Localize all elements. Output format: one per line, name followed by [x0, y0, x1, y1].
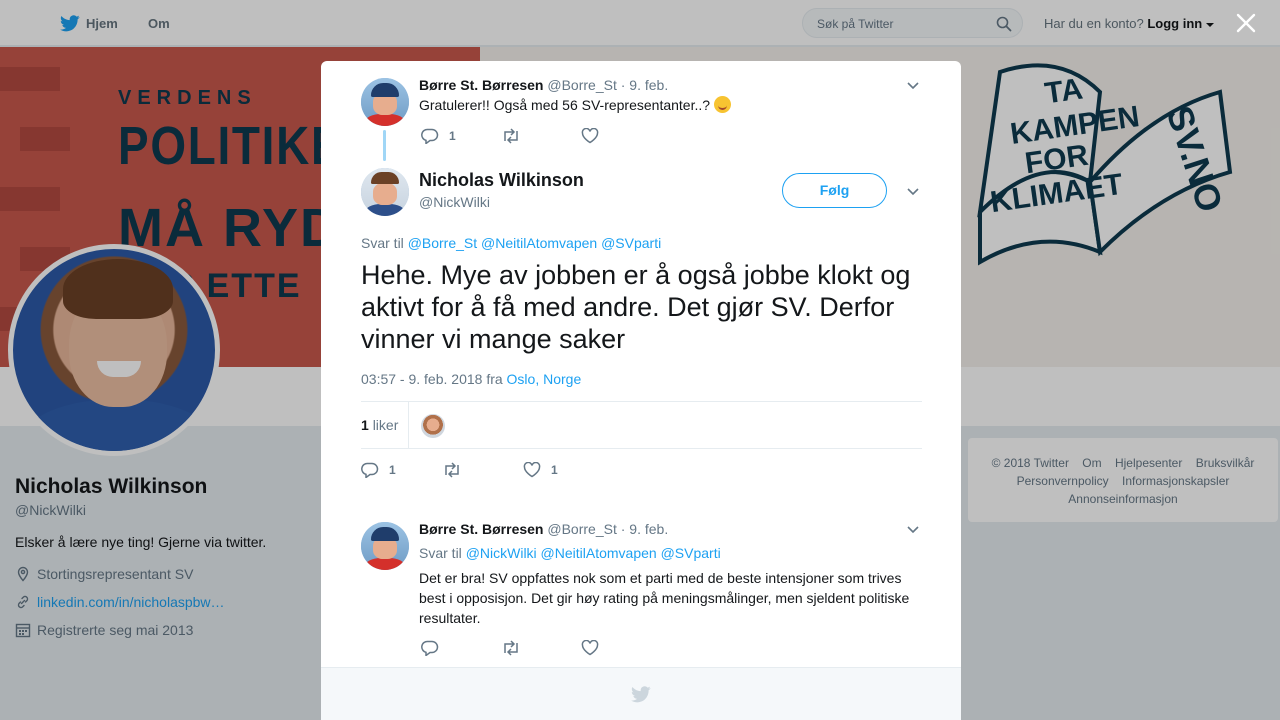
like-button[interactable]: [581, 640, 609, 656]
avatar-shirt: [365, 204, 405, 216]
avatar-hair: [371, 172, 399, 184]
retweet-icon: [504, 128, 518, 144]
like-button[interactable]: 1: [523, 462, 558, 478]
avatar-face: [373, 183, 397, 205]
reply-icon: [421, 128, 439, 144]
reply-button[interactable]: 1: [421, 128, 456, 144]
heart-icon: [581, 128, 599, 144]
smiling-emoji-icon: [713, 96, 731, 113]
avatar-cap: [371, 527, 399, 541]
thread-connector: [383, 130, 386, 161]
reply-to-mentions[interactable]: @NickWilki @NeitilAtomvapen @SVparti: [466, 545, 721, 561]
main-tweet-author-handle[interactable]: @NickWilki: [419, 194, 490, 210]
main-tweet-author-name[interactable]: Nicholas Wilkinson: [419, 170, 584, 191]
retweet-icon: [445, 462, 459, 478]
parent-tweet-text: Gratulerer!! Også med 56 SV-representant…: [419, 97, 711, 113]
reply-count: 1: [389, 463, 396, 477]
tweet-stats: 1 liker: [361, 401, 922, 449]
heart-icon: [523, 462, 541, 478]
like-count: 1: [551, 463, 558, 477]
retweet-button[interactable]: [442, 462, 472, 478]
main-tweet-reply-context: Svar til @Borre_St @NeitilAtomvapen @SVp…: [361, 235, 661, 251]
likes-label: liker: [372, 417, 399, 433]
reply-tweet-reply-context: Svar til @NickWilki @NeitilAtomvapen @SV…: [419, 545, 721, 561]
reply-tweet-author-handle[interactable]: @Borre_St: [547, 521, 616, 537]
main-tweet-location-link[interactable]: Oslo, Norge: [507, 371, 582, 387]
main-tweet-text: Hehe. Mye av jobben er å også jobbe klok…: [361, 260, 911, 354]
like-button[interactable]: [581, 128, 609, 144]
reply-tweet-date[interactable]: · 9. feb.: [621, 521, 668, 537]
main-tweet-metadata: 03:57 - 9. feb. 2018 fra Oslo, Norge: [361, 371, 581, 387]
parent-tweet-header: Børre St. Børresen @Borre_St · 9. feb.: [419, 77, 668, 93]
main-tweet-timestamp: 03:57 - 9. feb. 2018 fra: [361, 371, 503, 387]
reply-icon: [421, 640, 439, 656]
reply-to-prefix: Svar til: [361, 235, 404, 251]
avatar-shirt: [365, 558, 405, 570]
avatar-cap: [371, 83, 399, 97]
chevron-down-icon[interactable]: [906, 522, 920, 536]
likes-stat[interactable]: 1 liker: [361, 402, 409, 448]
avatar-shirt: [365, 114, 405, 126]
likes-count: 1: [361, 417, 369, 433]
modal-footer: [321, 667, 961, 720]
retweet-button[interactable]: [501, 640, 531, 656]
chevron-down-icon[interactable]: [906, 184, 920, 198]
main-tweet-avatar[interactable]: [361, 168, 409, 216]
reply-icon: [361, 462, 379, 478]
parent-tweet-author-name[interactable]: Børre St. Børresen: [419, 77, 543, 93]
reply-button[interactable]: [421, 640, 449, 656]
reply-button[interactable]: 1: [361, 462, 396, 478]
parent-tweet-date[interactable]: · 9. feb.: [621, 77, 668, 93]
parent-tweet-avatar[interactable]: [361, 78, 409, 126]
tweet-modal: Børre St. Børresen @Borre_St · 9. feb. G…: [321, 61, 961, 720]
parent-tweet-text-row: Gratulerer!! Også med 56 SV-representant…: [419, 96, 731, 113]
follow-button[interactable]: Følg: [782, 173, 887, 208]
retweet-icon: [504, 640, 518, 656]
reply-tweet-avatar[interactable]: [361, 522, 409, 570]
reply-count: 1: [449, 129, 456, 143]
liker-avatar[interactable]: [421, 414, 445, 438]
reply-to-mentions[interactable]: @Borre_St @NeitilAtomvapen @SVparti: [408, 235, 662, 251]
parent-tweet-author-handle[interactable]: @Borre_St: [547, 77, 616, 93]
chevron-down-icon[interactable]: [906, 78, 920, 92]
reply-tweet-header: Børre St. Børresen @Borre_St · 9. feb.: [419, 521, 668, 537]
reply-to-prefix: Svar til: [419, 545, 462, 561]
close-icon[interactable]: [1234, 11, 1258, 35]
reply-tweet-text: Det er bra! SV oppfattes nok som et part…: [419, 570, 910, 626]
heart-icon: [581, 640, 599, 656]
reply-tweet-author-name[interactable]: Børre St. Børresen: [419, 521, 543, 537]
twitter-bird-icon: [631, 686, 651, 703]
retweet-button[interactable]: [501, 128, 531, 144]
